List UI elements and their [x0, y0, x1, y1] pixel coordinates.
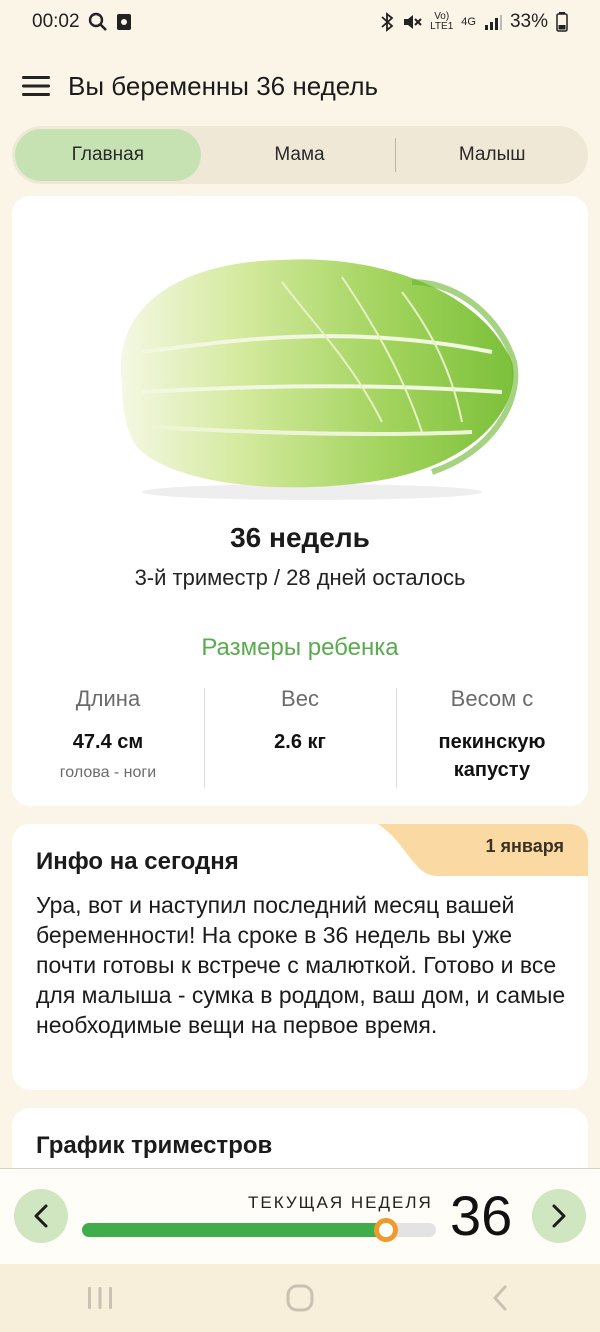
back-button[interactable]	[470, 1268, 530, 1328]
info-card: 1 января Инфо на сегодня Ура, вот и наст…	[12, 824, 588, 1090]
week-progress-bar[interactable]	[82, 1218, 436, 1242]
home-icon	[286, 1284, 314, 1312]
tab-mom[interactable]: Мама	[207, 129, 393, 181]
tab-divider	[395, 138, 397, 172]
metric-value: 47.4 см	[72, 731, 144, 753]
signal-icon	[484, 14, 502, 30]
status-right: Vo) LTE1 4G 33%	[380, 11, 568, 33]
week-progress-fill	[82, 1223, 387, 1237]
app-bar: Вы беременны 36 недель	[0, 52, 600, 120]
status-left: 00:02	[32, 11, 132, 33]
metric-value: пекинскую капусту	[438, 731, 546, 781]
volte-icon: Vo) LTE1	[430, 12, 453, 32]
chevron-left-icon	[34, 1204, 48, 1228]
next-week-button[interactable]	[532, 1189, 586, 1243]
hamburger-icon	[22, 76, 50, 96]
info-title: Инфо на сегодня	[36, 848, 239, 875]
status-time: 00:02	[32, 11, 80, 32]
tab-home[interactable]: Главная	[15, 129, 201, 181]
battery-icon	[556, 12, 568, 32]
recent-apps-icon	[88, 1287, 112, 1309]
metric-label: Вес	[281, 686, 319, 711]
metrics-row: Длина 47.4 см голова - ноги Вес 2.6 кг В…	[12, 684, 588, 788]
trimester-title: График триместров	[36, 1132, 273, 1159]
week-subtitle: 3-й триместр / 28 дней осталось	[134, 565, 466, 590]
bluetooth-icon	[380, 12, 394, 32]
info-text: Ура, вот и наступил последний месяц ваше…	[36, 892, 566, 1038]
info-date: 1 января	[485, 836, 565, 856]
baby-sizes-title: Размеры ребенка	[201, 634, 399, 661]
system-nav-bar	[0, 1264, 600, 1332]
metric-weight: Вес 2.6 кг	[204, 684, 396, 788]
volte-sim: LTE1	[430, 21, 454, 32]
screen: 00:02 Vo) LTE1 4G 33% Вы беременны 36 не…	[0, 0, 600, 1332]
tab-baby[interactable]: Малыш	[399, 129, 585, 181]
cabbage-illustration	[82, 222, 522, 502]
page-title: Вы беременны 36 недель	[68, 70, 379, 101]
metric-label: Весом с	[450, 686, 534, 711]
week-progress-knob[interactable]	[374, 1218, 399, 1242]
current-week-label: ТЕКУЩАЯ НЕДЕЛЯ	[248, 1193, 433, 1212]
screenshot-icon	[116, 13, 132, 31]
metric-comparison: Весом с пекинскую капусту	[396, 684, 588, 788]
week-title: 36 недель	[230, 522, 370, 553]
menu-button[interactable]	[14, 64, 58, 108]
network-type-icon: 4G	[461, 16, 476, 28]
metric-note: голова - ноги	[59, 764, 157, 781]
metric-length: Длина 47.4 см голова - ноги	[12, 684, 204, 788]
status-bar: 00:02 Vo) LTE1 4G 33%	[0, 0, 600, 44]
tab-bar: Главная Мама Малыш	[12, 126, 588, 184]
current-week-bar: ТЕКУЩАЯ НЕДЕЛЯ 36	[0, 1168, 600, 1265]
week-card: 36 недель 3-й триместр / 28 дней осталос…	[12, 196, 588, 806]
metric-value: 2.6 кг	[274, 731, 326, 753]
current-week-number: 36	[450, 1184, 513, 1247]
battery-percent: 33%	[509, 11, 548, 32]
back-icon	[493, 1285, 507, 1311]
metric-label: Длина	[75, 686, 141, 711]
recent-apps-button[interactable]	[70, 1268, 130, 1328]
home-button[interactable]	[270, 1268, 330, 1328]
chevron-right-icon	[552, 1204, 566, 1228]
search-icon	[88, 12, 108, 32]
mute-icon	[402, 12, 422, 32]
previous-week-button[interactable]	[14, 1189, 68, 1243]
